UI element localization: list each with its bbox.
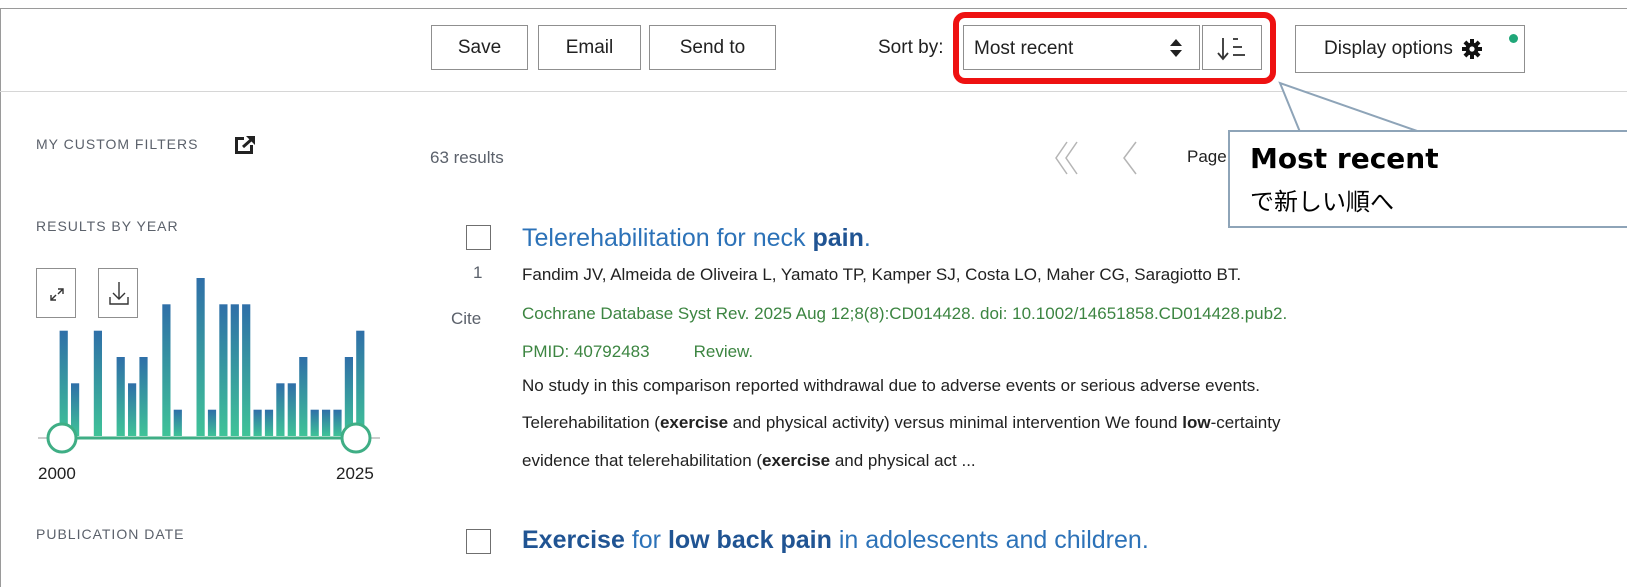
article-1-journal: Cochrane Database Syst Rev. 2025 Aug 12;… [522, 304, 1288, 323]
snippet-highlight: exercise [659, 413, 729, 432]
article-1-number: 1 [473, 263, 483, 282]
year-bar[interactable] [310, 409, 319, 436]
external-link-icon[interactable] [235, 136, 255, 154]
year-bar[interactable] [196, 278, 205, 436]
save-button[interactable]: Save [431, 25, 528, 70]
year-bar[interactable] [299, 357, 308, 436]
year-bar[interactable] [116, 357, 125, 436]
title-text: Telerehabilitation for neck [522, 224, 813, 252]
snippet-highlight: low [1182, 413, 1211, 432]
select-article-1-checkbox[interactable] [466, 225, 491, 250]
callout-pointer [1278, 81, 1421, 134]
year-start-label: 2000 [38, 464, 76, 483]
pmid-text: PMID: 40792483 [522, 342, 650, 361]
annotation-callout: Most recent で新しい順へ [1228, 130, 1627, 228]
year-bar[interactable] [242, 304, 251, 436]
results-by-year-chart[interactable] [30, 270, 390, 460]
display-options-button[interactable]: Display options [1295, 25, 1525, 73]
year-bar[interactable] [230, 304, 239, 436]
results-count: 63 results [430, 148, 504, 167]
callout-title: Most recent [1250, 142, 1439, 175]
snippet-text: and physical activity) versus minimal in… [728, 413, 1183, 432]
article-1-pmid: PMID: 40792483 Review. [522, 342, 753, 362]
year-bar[interactable] [59, 330, 68, 436]
year-bar[interactable] [207, 409, 217, 436]
snippet-text: evidence that telerehabilitation ( [522, 451, 763, 470]
publication-type: Review. [693, 342, 754, 361]
year-bar[interactable] [219, 304, 228, 436]
article-1-authors: Fandim JV, Almeida de Oliveira L, Yamato… [522, 265, 1242, 284]
snippet-text: -certainty [1210, 413, 1281, 432]
sort-by-label: Sort by: [878, 37, 944, 58]
send-to-button[interactable]: Send to [649, 25, 776, 70]
year-bar[interactable] [356, 330, 365, 436]
previous-page-icon[interactable] [1120, 140, 1140, 176]
article-2-title-link[interactable]: Exercise for low back pain in adolescent… [522, 526, 1149, 555]
gear-icon [1461, 39, 1482, 59]
select-article-2-checkbox[interactable] [466, 529, 491, 554]
article-1-snippet-line-3: evidence that telerehabilitation (exerci… [522, 451, 976, 471]
email-button[interactable]: Email [538, 25, 641, 70]
display-options-label: Display options [1324, 38, 1453, 59]
year-bar[interactable] [322, 409, 331, 436]
title-text: for [624, 526, 668, 554]
title-highlight: pain [812, 224, 864, 252]
year-bar[interactable] [287, 383, 296, 436]
year-bar[interactable] [253, 409, 262, 436]
snippet-highlight: exercise [762, 451, 831, 470]
article-1-snippet-line-1: No study in this comparison reported wit… [522, 376, 1260, 395]
year-bar[interactable] [264, 409, 274, 436]
year-bar[interactable] [173, 409, 182, 436]
sort-highlight-box [953, 12, 1276, 84]
custom-filters-heading: MY CUSTOM FILTERS [36, 136, 199, 152]
title-highlight: low back pain [667, 526, 832, 554]
article-1-snippet-line-2: Telerehabilitation (exercise and physica… [522, 413, 1280, 433]
publication-date-heading: PUBLICATION DATE [36, 526, 185, 542]
year-slider-end-handle[interactable] [340, 422, 372, 454]
title-text: in adolescents and children. [831, 526, 1149, 554]
year-bar[interactable] [162, 304, 171, 436]
year-bar[interactable] [333, 409, 342, 436]
page-label: Page [1187, 147, 1227, 166]
title-highlight: Exercise [522, 526, 625, 554]
notification-dot [1509, 34, 1518, 43]
year-bar[interactable] [93, 330, 102, 436]
cite-button[interactable]: Cite [451, 309, 481, 329]
first-page-icon[interactable] [1053, 140, 1083, 176]
snippet-text: Telerehabilitation ( [522, 413, 660, 432]
year-bar[interactable] [128, 383, 137, 436]
year-bar[interactable] [276, 383, 285, 436]
article-1-title-link[interactable]: Telerehabilitation for neck pain. [522, 224, 871, 253]
year-slider-start-handle[interactable] [46, 422, 78, 454]
callout-subtitle: で新しい順へ [1250, 188, 1394, 216]
snippet-text: and physical act ... [830, 451, 976, 470]
results-by-year-heading: RESULTS BY YEAR [36, 218, 179, 234]
year-bar[interactable] [139, 357, 148, 436]
year-end-label: 2025 [336, 464, 374, 483]
title-text: . [863, 224, 871, 252]
